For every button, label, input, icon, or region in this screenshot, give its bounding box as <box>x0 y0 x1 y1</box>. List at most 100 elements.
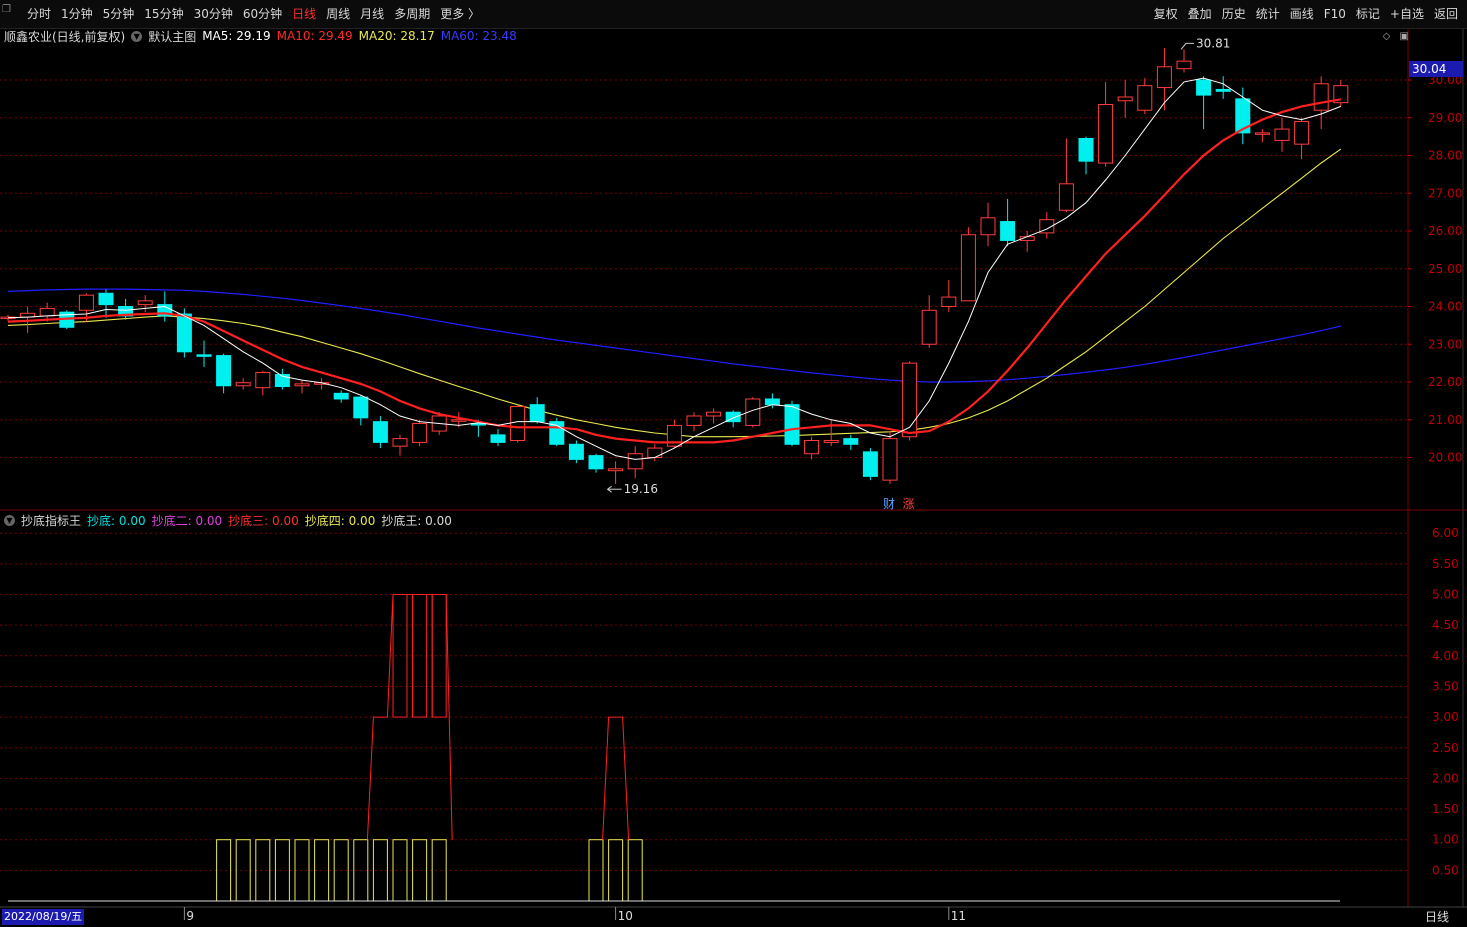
candle-body-up <box>1137 85 1153 111</box>
candle <box>137 295 153 313</box>
candle-body-up <box>78 294 94 311</box>
candle-body-up <box>39 307 55 317</box>
candle <box>921 295 937 349</box>
candle-body-up <box>1313 83 1329 111</box>
signal4-bar <box>235 839 251 902</box>
candle-body-down <box>843 438 859 445</box>
candle <box>1078 136 1094 175</box>
indicator-tick-label: 1.50 <box>1432 802 1459 816</box>
candle <box>1058 138 1074 213</box>
candle <box>412 419 428 447</box>
stock-title: 顺鑫农业(日线,前复权) <box>4 29 126 44</box>
indicator-dropdown-icon[interactable]: ▼ <box>4 514 15 526</box>
candle <box>843 434 859 450</box>
s3-label: 抄底三: 0.00 <box>228 513 299 528</box>
candle-body-down <box>216 355 232 387</box>
candle <box>255 370 271 396</box>
main-corner-icons: ◇ ▣ <box>1377 31 1409 42</box>
candle <box>647 444 663 462</box>
candle-body-up <box>902 362 918 438</box>
stock-chart-app: ❐ 分时 1分钟 5分钟 15分钟 30分钟 60分钟 日线 周线 月线 多周期… <box>0 0 1467 927</box>
ma20-label: MA20: 28.17 <box>358 29 435 43</box>
signal4-bar <box>274 839 290 902</box>
price-tick-label: 24.00 <box>1428 300 1462 314</box>
candle-body-up <box>1294 121 1310 145</box>
indicator-title[interactable]: 抄底指标王 <box>21 512 81 529</box>
candle-body-up <box>921 309 937 345</box>
signal4-bar <box>255 839 271 902</box>
candle <box>1039 212 1055 239</box>
candle-body-up <box>294 383 310 387</box>
template-dropdown-icon[interactable]: ▼ <box>131 30 143 42</box>
candle <box>706 408 722 424</box>
candle-body-down <box>196 354 212 357</box>
candle-body-up <box>980 217 996 236</box>
candle <box>568 440 584 464</box>
candle-body-up <box>392 438 408 447</box>
candle-body-up <box>1156 66 1172 89</box>
candle <box>1196 76 1212 130</box>
signal4-bar <box>216 839 232 902</box>
price-tick-label: 25.00 <box>1428 262 1462 276</box>
price-tick-label: 27.00 <box>1428 186 1462 200</box>
period-label[interactable]: 日线 <box>1425 909 1449 925</box>
candle <box>1098 81 1114 167</box>
candle-body-down <box>353 396 369 419</box>
candle-body-down <box>1196 79 1212 96</box>
candle <box>1274 117 1290 152</box>
price-tick-label: 22.00 <box>1428 375 1462 389</box>
candle-body-up <box>1176 60 1192 70</box>
event-tag-rise: 涨 <box>903 496 915 511</box>
cursor-date-label: 2022/08/19/五 <box>2 909 85 925</box>
candle <box>1254 129 1270 143</box>
candle-body-up <box>941 296 957 307</box>
candle <box>98 289 114 318</box>
candle-body-up <box>960 234 976 302</box>
sub-info-bar: ▼ 抄底指标王 抄底: 0.00 抄底二: 0.00 抄底三: 0.00 抄底四… <box>4 512 458 528</box>
candle <box>549 417 565 447</box>
candle <box>196 340 212 367</box>
candle <box>1117 80 1133 118</box>
candle <box>1156 47 1172 111</box>
candle-body-up <box>1058 183 1074 211</box>
candle <box>1000 198 1016 247</box>
main-info-bar: 顺鑫农业(日线,前复权) ▼ 默认主图 MA5: 29.19 MA10: 29.… <box>4 28 523 44</box>
indicator-tick-label: 3.50 <box>1432 679 1459 693</box>
chart-canvas[interactable]: 20.00 21.00 22.00 23.00 24.00 25.00 26.00 27.00… <box>0 0 1467 927</box>
candle-body-up <box>647 447 663 458</box>
diamond-icon[interactable]: ◇ <box>1383 31 1391 42</box>
candle-body-up <box>627 453 643 470</box>
candle <box>333 390 349 403</box>
template-label[interactable]: 默认主图 <box>148 28 196 45</box>
candle-body-down <box>529 404 545 423</box>
s1-label: 抄底: 0.00 <box>87 513 146 528</box>
window-icon[interactable]: ▣ <box>1400 31 1409 42</box>
ma60-label: MA60: 23.48 <box>440 29 517 43</box>
signal4-bar <box>431 839 447 902</box>
candle-body-down <box>764 398 780 406</box>
candle <box>274 368 290 390</box>
candle <box>392 434 408 456</box>
indicator-tick-label: 6.00 <box>1432 526 1459 540</box>
candle-body-down <box>490 434 506 443</box>
s4-label: 抄底四: 0.00 <box>304 513 376 528</box>
indicator-tick-label: 5.00 <box>1432 588 1459 602</box>
candle-body-down <box>568 443 584 460</box>
candle-body-up <box>137 300 153 306</box>
candle-body-down <box>372 421 388 443</box>
indicator-tick-label: 3.00 <box>1432 710 1459 724</box>
candle-body-up <box>804 440 820 455</box>
ma5-label: MA5: 29.19 <box>202 29 271 43</box>
s5-label: 抄底王: 0.00 <box>381 513 452 528</box>
ma10-label: MA10: 29.49 <box>276 29 353 43</box>
indicator-tick-label: 5.50 <box>1432 557 1459 571</box>
candle <box>941 280 957 313</box>
candle <box>862 448 878 481</box>
price-tick-label: 23.00 <box>1428 337 1462 351</box>
candle-body-up <box>510 406 526 442</box>
high-marker-arrow <box>1180 42 1194 50</box>
ma10-line <box>7 98 1341 444</box>
candle <box>1137 78 1153 114</box>
low-marker-label: 19.16 <box>624 482 658 496</box>
price-tick-label: 28.00 <box>1428 149 1462 163</box>
